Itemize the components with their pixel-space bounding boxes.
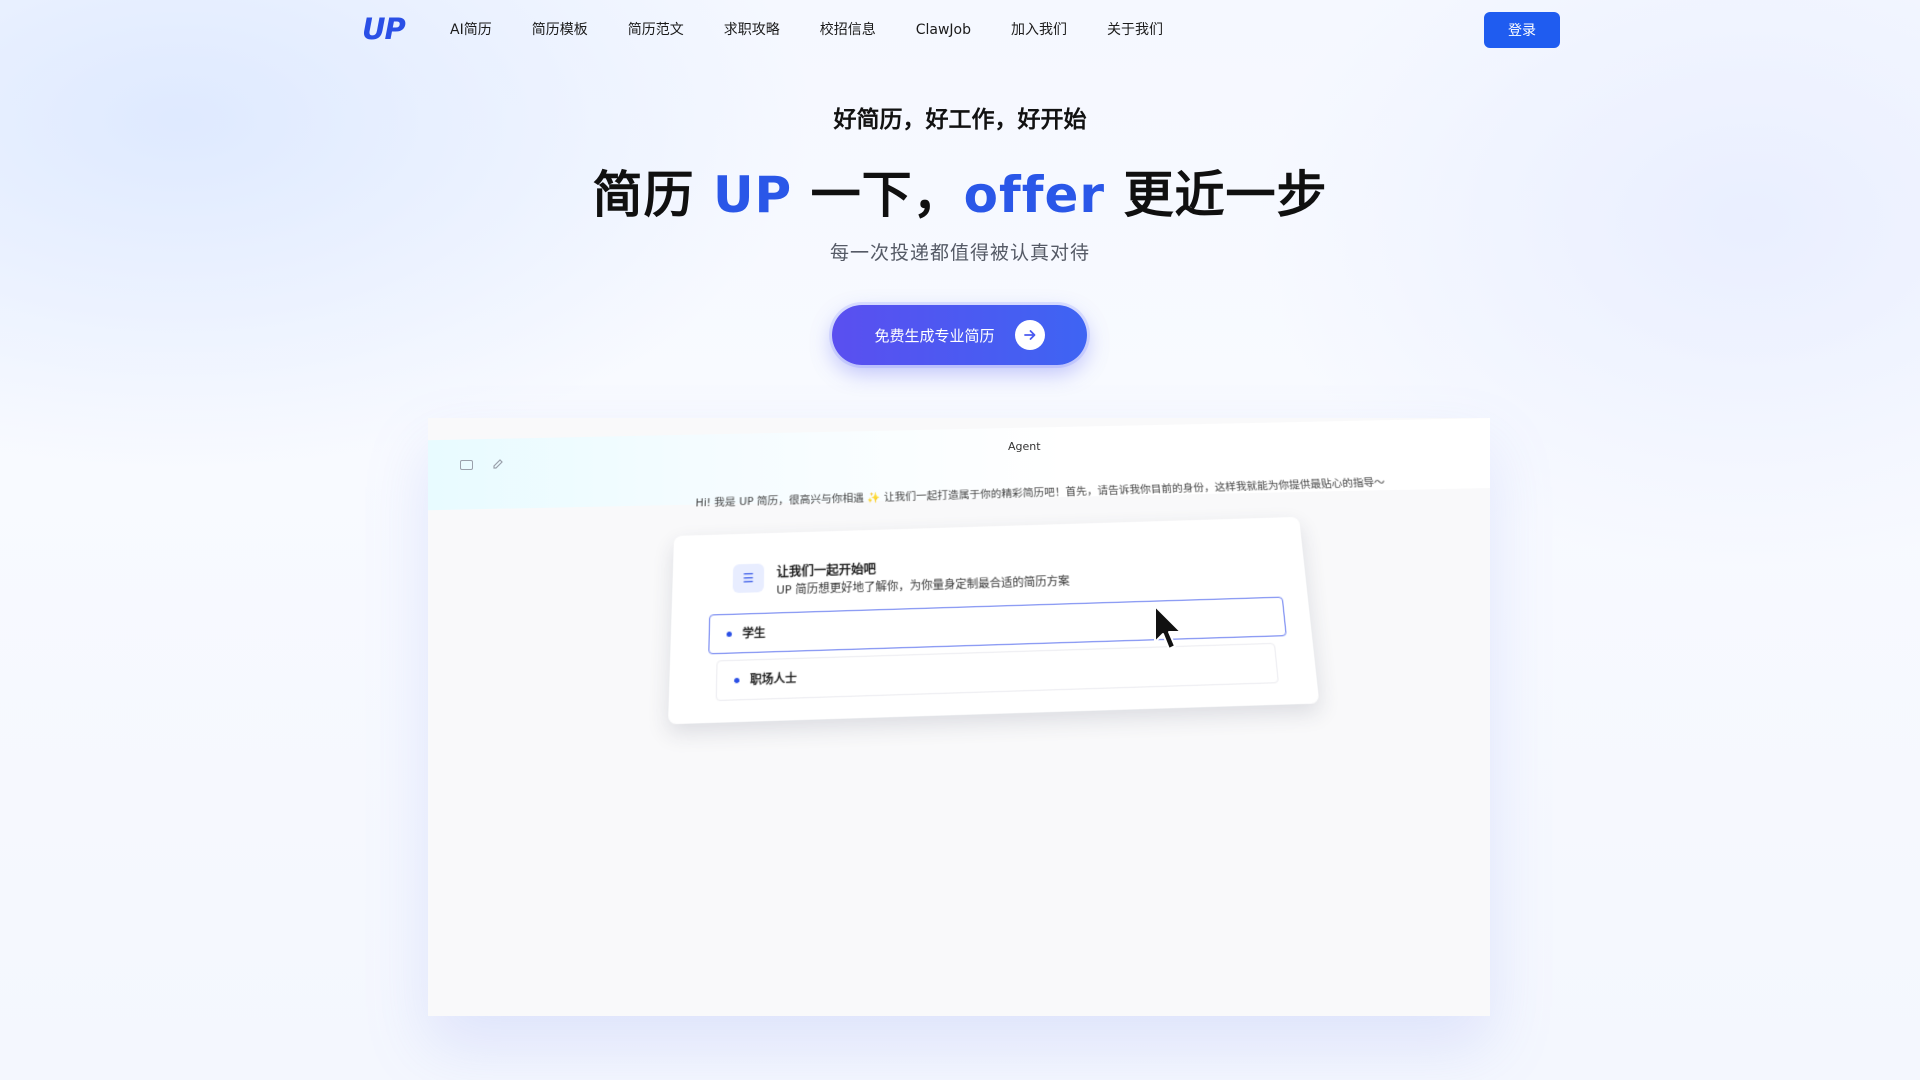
option-professional[interactable]: 职场人士 [715,642,1279,702]
arrow-right-icon [1014,320,1045,350]
hero-title-accent-offer: offer [963,166,1106,224]
hero-tagline: 好简历，好工作，好开始 [833,107,1087,133]
logo[interactable]: UP [362,12,406,46]
hero-title-part2: 一下， [792,166,964,224]
bullet-dot-icon [734,677,740,683]
nav-item-ai-resume[interactable]: AI简历 [450,19,492,41]
generate-resume-label: 免费生成专业简历 [874,326,995,345]
nav-item-join-us[interactable]: 加入我们 [1011,19,1067,41]
mouse-cursor-icon [1152,604,1186,652]
nav-item-job-tips[interactable]: 求职攻略 [724,19,780,41]
top-nav: UP AI简历 简历模板 简历范文 求职攻略 校招信息 ClawJob 加入我们… [0,0,1920,60]
hero-title-part1: 简历 [592,166,713,224]
agent-greeting: Hi! 我是 UP 简历，很高兴与你相遇 ✨ 让我们一起打造属于你的精彩简历吧！… [695,476,1386,510]
nav-item-about-us[interactable]: 关于我们 [1107,19,1163,41]
hero-title: 简历 UP 一下，offer 更近一步 [0,155,1920,227]
option-label: 学生 [742,626,766,641]
generate-resume-button[interactable]: 免费生成专业简历 [832,305,1087,365]
bullet-dot-icon [726,630,732,637]
agent-preview-window: Agent Hi! 我是 UP 简历，很高兴与你相遇 ✨ 让我们一起打造属于你的… [428,418,1490,1016]
chat-area: Hi! 我是 UP 简历，很高兴与你相遇 ✨ 让我们一起打造属于你的精彩简历吧！… [428,418,1490,1016]
hero-title-accent-up: UP [712,166,793,224]
option-label: 职场人士 [749,671,797,688]
start-card: ☰ 让我们一起开始吧 UP 简历想更好地了解你，为你量身定制最合适的简历方案 学… [667,516,1320,725]
checklist-icon: ☰ [732,563,765,594]
login-button[interactable]: 登录 [1484,12,1560,48]
nav-item-campus-recruit[interactable]: 校招信息 [820,19,876,41]
nav-item-clawjob[interactable]: ClawJob [916,19,971,41]
hero-subtitle: 每一次投递都值得被认真对待 [829,242,1090,264]
start-card-title: 让我们一起开始吧 [776,562,877,580]
nav-item-templates[interactable]: 简历模板 [532,19,588,41]
nav-menu: AI简历 简历模板 简历范文 求职攻略 校招信息 ClawJob 加入我们 关于… [450,19,1203,41]
nav-item-examples[interactable]: 简历范文 [628,19,684,41]
hero-title-part3: 更近一步 [1105,166,1328,224]
